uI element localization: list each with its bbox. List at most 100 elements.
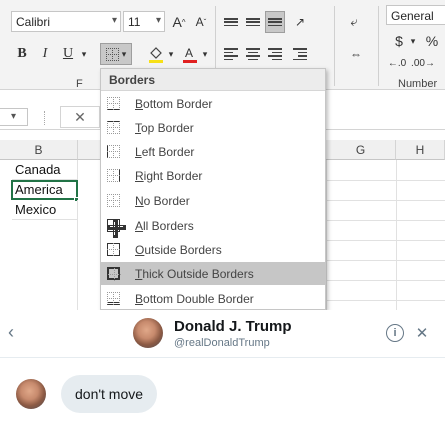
name-box-dropdown[interactable]: ▾ [0,108,28,126]
fill-color-button[interactable] [146,43,166,65]
menu-item-left-border[interactable]: Left Border [101,140,325,163]
increase-decimal-button[interactable]: ←.0 [386,52,408,74]
borders-menu: Borders Bottom Border Top Border Left Bo… [100,68,326,310]
cell-b1[interactable]: Canada [12,160,78,180]
gridline [326,200,445,201]
cell-empty[interactable] [12,220,78,310]
top-border-icon [107,121,120,134]
chevron-down-icon: ▾ [10,111,17,122]
align-right-icon [268,48,282,60]
menu-item-top-border[interactable]: Top Border [101,116,325,139]
cancel-entry-button[interactable]: ✕ [60,106,100,128]
bottom-align-button[interactable] [265,11,285,33]
gridline [326,220,445,221]
middle-align-icon [246,18,260,26]
decrease-decimal-icon: .00→ [411,57,435,69]
contact-name: Donald J. Trump [174,318,292,335]
italic-button[interactable]: I [36,43,54,65]
borders-menu-title: Borders [101,69,325,91]
font-name-value: Calibri [16,15,51,29]
align-center-button[interactable] [244,43,262,65]
chevron-down-icon: ▾ [410,35,416,46]
column-header-g[interactable]: G [326,140,396,160]
back-arrow-icon[interactable]: ‹ [2,322,20,342]
bottom-border-icon [107,97,120,110]
thick-outside-borders-icon [107,267,121,281]
menu-item-no-border[interactable]: No Border [101,189,325,212]
bold-label: B [17,46,27,61]
column-header-h[interactable]: H [396,140,445,160]
orientation-button[interactable]: ↗ [291,11,309,33]
underline-label: U [62,46,74,61]
menu-item-bottom-double-border[interactable]: Bottom Double Border [101,287,325,310]
fill-color-dropdown[interactable]: ▾ [166,43,176,65]
orientation-icon: ↗ [294,15,306,29]
underline-dropdown[interactable]: ▾ [78,43,90,65]
chevron-down-icon: ▾ [81,48,87,59]
caret-up-icon: ^ [181,17,186,27]
chevron-down-icon: ▾ [168,48,174,59]
number-format-value: General [391,9,434,23]
outside-borders-icon [107,243,120,256]
avatar[interactable] [133,318,163,348]
borders-button[interactable]: ▾ [100,43,132,65]
font-color-button[interactable]: A [180,43,200,65]
merge-center-button[interactable]: ⇔ [344,43,368,65]
decrease-decimal-button[interactable]: .00→ [411,52,435,74]
chevron-down-icon: ▾ [202,48,208,59]
percent-symbol: % [425,33,439,49]
menu-item-thick-outside-borders[interactable]: Thick Outside Borders [101,262,325,285]
bold-button[interactable]: B [13,43,31,65]
number-format-dropdown[interactable]: General [386,5,445,25]
menu-item-label: Thick Outside Borders [135,266,254,281]
percent-style-button[interactable]: % [423,30,441,52]
all-borders-icon [107,219,126,238]
bottom-align-icon [268,18,282,26]
top-align-button[interactable] [222,11,240,33]
cell-b3[interactable]: Mexico [12,200,78,220]
group-separator [378,6,379,86]
column-header[interactable] [78,140,102,160]
gridline [326,300,445,301]
accounting-format-dropdown[interactable]: ▾ [408,30,418,52]
chevron-down-icon: ▾ [111,15,117,26]
wrap-text-icon: ⤶ [350,14,358,29]
underline-button[interactable]: U [59,43,77,65]
increase-decimal-icon: ←.0 [387,57,407,69]
menu-item-right-border[interactable]: Right Border [101,164,325,187]
indent-button[interactable] [290,43,310,65]
font-size-dropdown[interactable]: 11 ▾ [123,11,165,32]
active-cell[interactable]: America [11,180,78,200]
right-border-icon [107,169,120,182]
font-name-dropdown[interactable]: Calibri ▾ [11,11,121,32]
wrap-text-button[interactable]: ⤶ [344,11,364,33]
bottom-double-border-icon [107,292,120,305]
menu-item-label: Left Border [135,144,195,159]
menu-item-all-borders[interactable]: All Borders [101,214,325,238]
column-label: G [355,143,366,157]
close-icon[interactable]: ✕ [412,323,432,343]
message-text: don't move [75,386,144,402]
accounting-format-button[interactable]: $ [390,30,408,52]
menu-item-outside-borders[interactable]: Outside Borders [101,238,325,261]
decrease-font-size-button[interactable]: Aˇ [192,11,210,33]
menu-item-bottom-border[interactable]: Bottom Border [101,92,325,115]
grow-font-label: A [172,14,182,30]
menu-item-label: Bottom Double Border [135,291,254,306]
currency-symbol: $ [395,33,403,49]
middle-align-button[interactable] [244,11,262,33]
no-border-icon [107,194,120,207]
increase-font-size-button[interactable]: A ^ [170,11,188,33]
font-size-value: 11 [128,15,141,29]
top-align-icon [224,18,238,26]
info-icon[interactable]: i [386,324,404,342]
left-border-icon [107,145,120,158]
align-right-button[interactable] [266,43,284,65]
font-color-dropdown[interactable]: ▾ [200,43,210,65]
align-left-button[interactable] [222,43,240,65]
caret-down-icon: ˇ [203,17,207,27]
column-header-b[interactable]: B [0,140,78,160]
chevron-down-icon: ▾ [121,48,127,59]
gridline [326,180,445,181]
menu-item-label: All Borders [135,218,194,233]
